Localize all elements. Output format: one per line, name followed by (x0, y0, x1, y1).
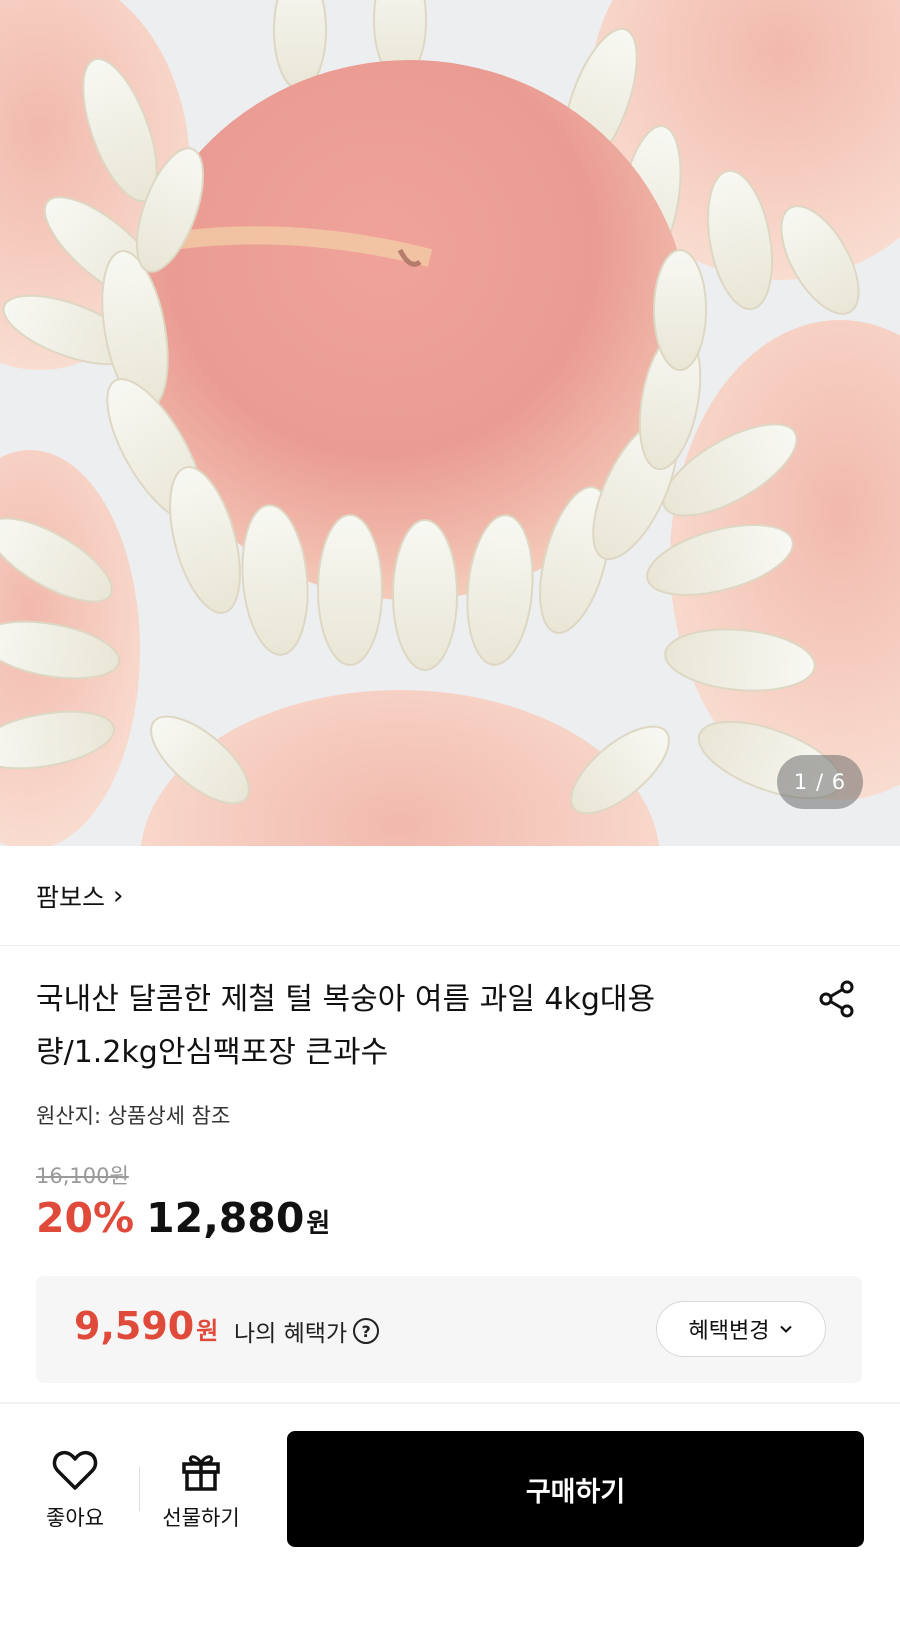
product-origin: 원산지: 상품상세 참조 (36, 1104, 231, 1128)
gift-icon (182, 1455, 220, 1491)
sale-price-unit: 원 (306, 1209, 331, 1239)
original-price: 16,100원 (36, 1164, 129, 1188)
change-benefit-button[interactable]: 혜택변경 (656, 1301, 826, 1357)
question-icon[interactable]: ? (353, 1318, 380, 1344)
like-button[interactable]: 좋아요 (20, 1450, 130, 1532)
product-photo-peaches (0, 0, 900, 846)
like-label: 좋아요 (46, 1506, 104, 1530)
benefit-label-text: 나의 혜택가 (234, 1321, 348, 1347)
benefit-price-value: 9,590 (74, 1304, 195, 1348)
share-icon[interactable] (816, 978, 858, 1020)
benefit-price: 9,590 원 (74, 1304, 218, 1348)
product-title: 국내산 달콤한 제철 털 복숭아 여름 과일 4kg대용량/1.2kg안심팩포장… (36, 982, 656, 1070)
product-image-gallery[interactable]: 1 / 6 (0, 0, 900, 846)
benefit-price-box: 9,590 원 나의 혜택가 ? 혜택변경 (36, 1276, 862, 1383)
product-page: 1 / 6 팜보스 › 국내산 달콤한 제철 털 복숭아 여름 과일 4kg대용… (0, 0, 900, 1650)
gift-button[interactable]: 선물하기 (146, 1450, 256, 1532)
gift-label: 선물하기 (162, 1506, 240, 1530)
sale-price: 12,880 (146, 1194, 305, 1242)
benefit-label: 나의 혜택가 ? (234, 1314, 380, 1348)
chevron-right-icon: › (113, 880, 124, 911)
benefit-price-unit: 원 (196, 1317, 219, 1345)
bottom-bar-separator (139, 1467, 140, 1511)
store-name: 팜보스 (36, 882, 106, 912)
discount-rate: 20% (36, 1194, 135, 1242)
chevron-down-icon (780, 1325, 793, 1333)
divider (0, 1402, 900, 1404)
change-benefit-label: 혜택변경 (688, 1319, 770, 1344)
price-row: 20% 12,880 원 (36, 1194, 330, 1242)
heart-icon (52, 1450, 98, 1490)
store-link[interactable]: 팜보스 › (0, 846, 900, 946)
image-counter: 1 / 6 (777, 755, 863, 809)
buy-button[interactable]: 구매하기 (287, 1431, 864, 1547)
